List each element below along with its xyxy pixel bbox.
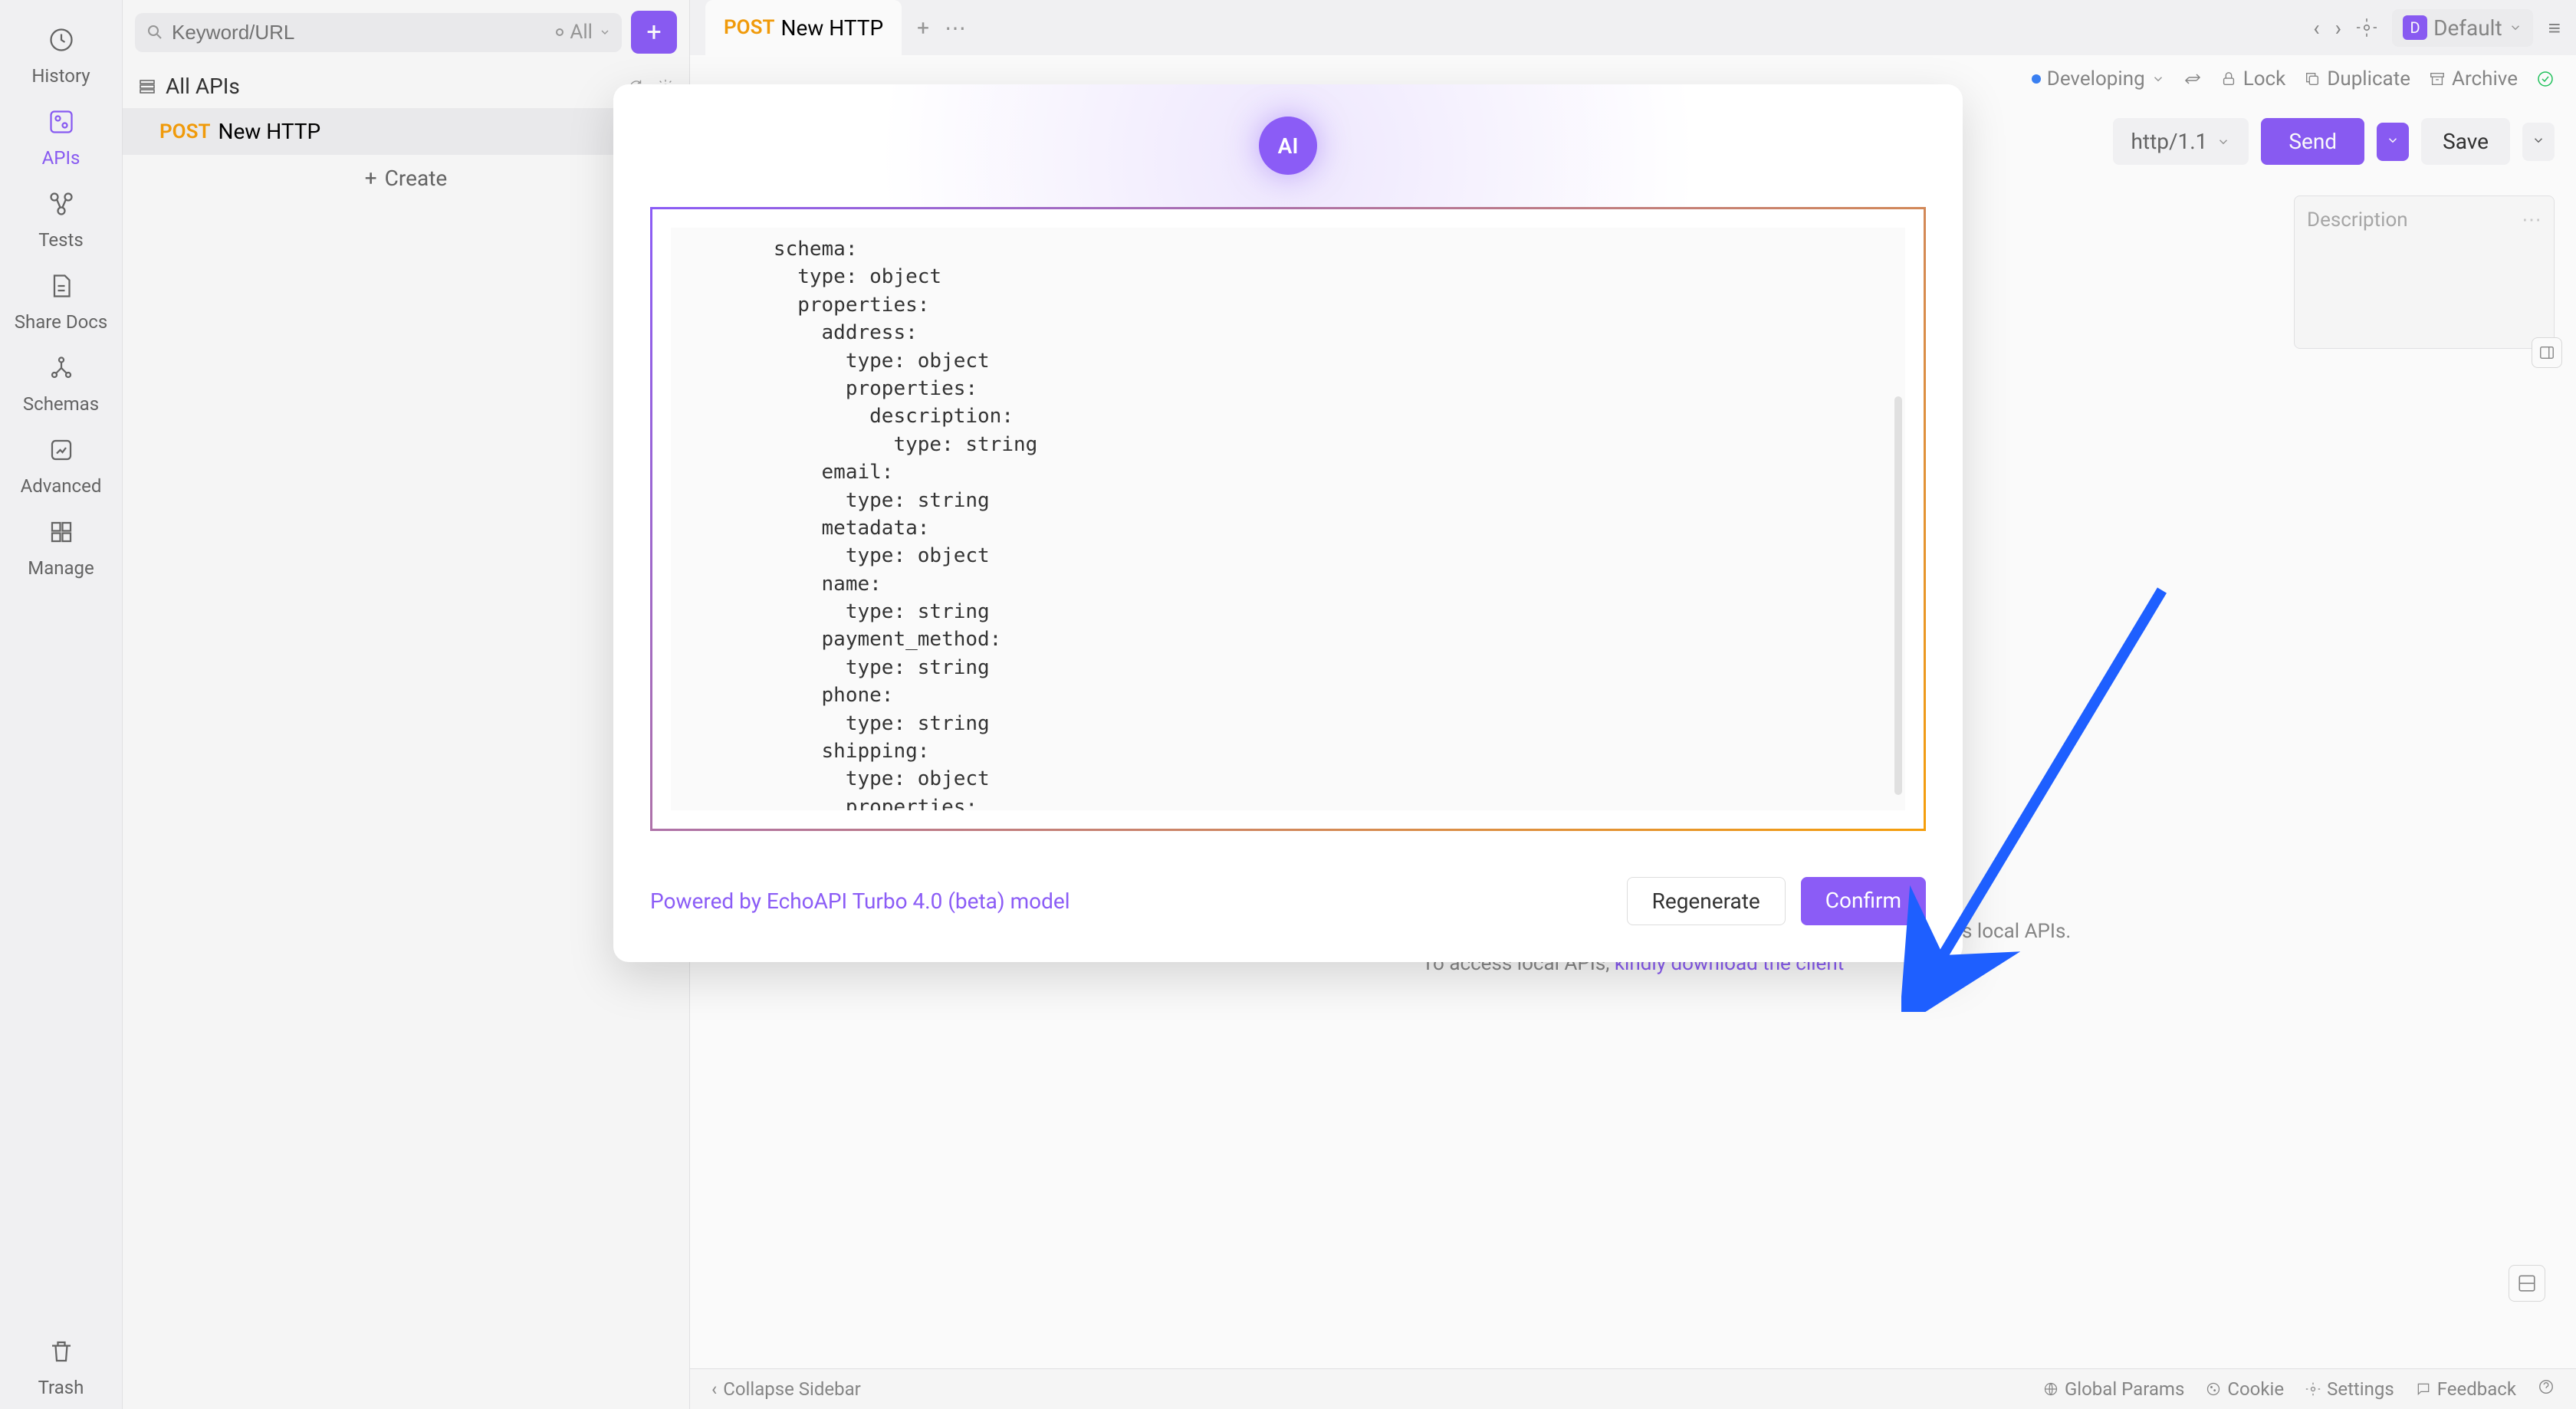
powered-by-text: Powered by EchoAPI Turbo 4.0 (beta) mode… (650, 888, 1070, 914)
scrollbar[interactable] (1894, 396, 1902, 795)
code-content[interactable]: schema: type: object properties: address… (671, 228, 1905, 810)
regenerate-button[interactable]: Regenerate (1627, 877, 1786, 925)
ai-badge: AI (1259, 117, 1317, 175)
modal-overlay: AI schema: type: object properties: addr… (0, 0, 2576, 1409)
code-box: schema: type: object properties: address… (650, 207, 1926, 831)
confirm-button[interactable]: Confirm (1801, 877, 1926, 925)
ai-modal: AI schema: type: object properties: addr… (613, 84, 1963, 962)
